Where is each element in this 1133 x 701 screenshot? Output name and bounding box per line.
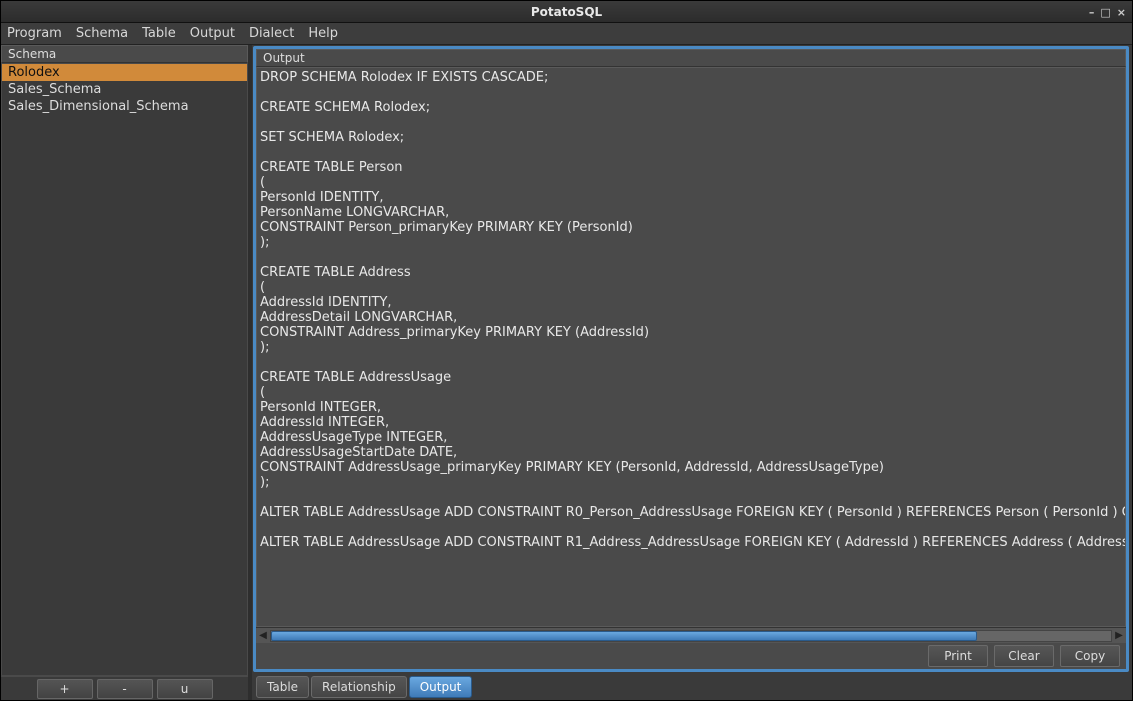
menubar: Program Schema Table Output Dialect Help bbox=[1, 23, 1132, 45]
window-controls: – □ × bbox=[1089, 1, 1126, 23]
update-schema-button[interactable]: u bbox=[157, 679, 213, 699]
menu-program[interactable]: Program bbox=[7, 26, 62, 41]
main-area: Output DROP SCHEMA Rolodex IF EXISTS CAS… bbox=[252, 45, 1132, 700]
schema-item-sales-dimensional[interactable]: Sales_Dimensional_Schema bbox=[2, 98, 247, 115]
remove-schema-button[interactable]: - bbox=[97, 679, 153, 699]
scroll-track[interactable] bbox=[270, 630, 1112, 642]
output-body-wrap: DROP SCHEMA Rolodex IF EXISTS CASCADE; C… bbox=[256, 67, 1126, 627]
scroll-thumb[interactable] bbox=[271, 631, 977, 641]
print-button[interactable]: Print bbox=[928, 645, 988, 667]
minimize-button[interactable]: – bbox=[1089, 6, 1095, 19]
sidebar-buttons: + - u bbox=[1, 676, 248, 700]
menu-output[interactable]: Output bbox=[190, 26, 235, 41]
menu-help[interactable]: Help bbox=[308, 26, 338, 41]
sidebar-header: Schema bbox=[1, 45, 248, 63]
tab-table[interactable]: Table bbox=[256, 676, 309, 698]
tab-output[interactable]: Output bbox=[409, 676, 473, 698]
app-window: PotatoSQL – □ × Program Schema Table Out… bbox=[0, 0, 1133, 701]
window-title: PotatoSQL bbox=[531, 5, 602, 19]
tab-bar: Table Relationship Output bbox=[252, 674, 1132, 700]
scroll-right-icon[interactable]: ▶ bbox=[1112, 629, 1126, 643]
titlebar: PotatoSQL – □ × bbox=[1, 1, 1132, 23]
output-header: Output bbox=[256, 49, 1126, 67]
scroll-left-icon[interactable]: ◀ bbox=[256, 629, 270, 643]
menu-dialect[interactable]: Dialect bbox=[249, 26, 294, 41]
output-panel: Output DROP SCHEMA Rolodex IF EXISTS CAS… bbox=[253, 46, 1129, 672]
output-buttons: Print Clear Copy bbox=[256, 643, 1126, 669]
close-button[interactable]: × bbox=[1117, 6, 1126, 19]
maximize-button[interactable]: □ bbox=[1100, 6, 1110, 19]
output-text[interactable]: DROP SCHEMA Rolodex IF EXISTS CASCADE; C… bbox=[256, 67, 1126, 627]
menu-schema[interactable]: Schema bbox=[76, 26, 128, 41]
content-area: Schema Rolodex Sales_Schema Sales_Dimens… bbox=[1, 45, 1132, 700]
output-hscrollbar[interactable]: ◀ ▶ bbox=[256, 627, 1126, 643]
clear-button[interactable]: Clear bbox=[994, 645, 1054, 667]
menu-table[interactable]: Table bbox=[142, 26, 176, 41]
tab-relationship[interactable]: Relationship bbox=[311, 676, 407, 698]
schema-item-sales[interactable]: Sales_Schema bbox=[2, 81, 247, 98]
schema-item-rolodex[interactable]: Rolodex bbox=[2, 64, 247, 81]
schema-list[interactable]: Rolodex Sales_Schema Sales_Dimensional_S… bbox=[1, 63, 248, 676]
sidebar: Schema Rolodex Sales_Schema Sales_Dimens… bbox=[1, 45, 252, 700]
add-schema-button[interactable]: + bbox=[37, 679, 93, 699]
copy-button[interactable]: Copy bbox=[1060, 645, 1120, 667]
